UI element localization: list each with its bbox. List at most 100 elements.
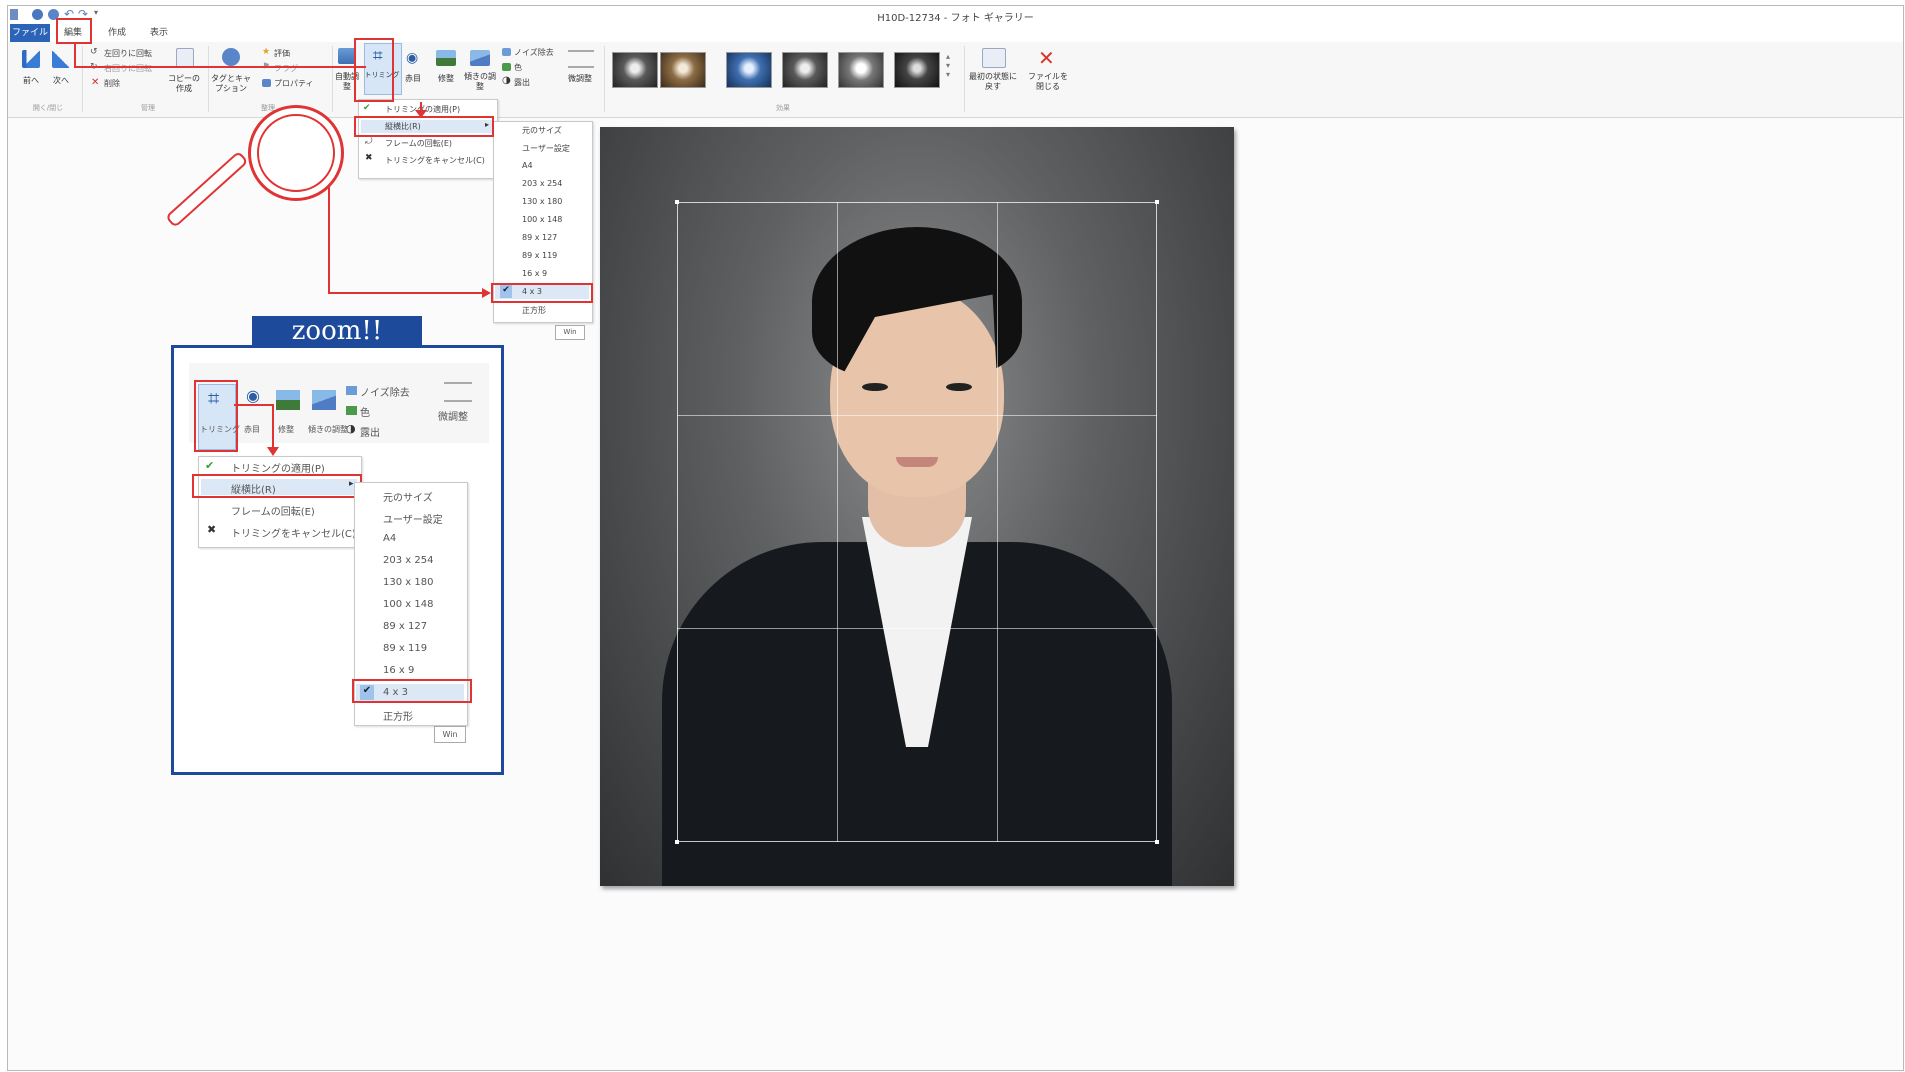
retouch-button[interactable]: 修整 xyxy=(432,74,460,84)
revert-button[interactable]: 最初の状態に戻す xyxy=(968,72,1018,92)
zoom-panel: ⌗ トリミング ◉ 赤目 修整 傾きの調整 ノイズ除去 色 ◑ 露出 微調整 ✔… xyxy=(171,345,504,775)
zoom-aspect-item: 130 x 180 xyxy=(383,577,434,588)
menu-item-rotate-frame[interactable]: フレームの回転(E) xyxy=(385,138,452,149)
ribbon-separator xyxy=(82,46,83,112)
rating-star-icon[interactable]: ★ xyxy=(262,47,270,57)
aspect-item[interactable]: 16 x 9 xyxy=(522,269,547,278)
crop-handle[interactable] xyxy=(1155,200,1159,204)
effect-thumbnail[interactable] xyxy=(838,52,884,88)
rotate-left-icon[interactable]: ↺ xyxy=(90,47,98,57)
zoom-noise-icon xyxy=(346,386,357,395)
crop-frame[interactable] xyxy=(677,202,1157,842)
aspect-item[interactable]: 203 x 254 xyxy=(522,179,562,188)
next-button[interactable]: 次へ xyxy=(48,76,74,86)
zoom-menu-cancel: トリミングをキャンセル(C) xyxy=(231,529,356,540)
aspect-item[interactable]: 100 x 148 xyxy=(522,215,562,224)
callout-line xyxy=(74,66,366,68)
effect-thumbnail[interactable] xyxy=(782,52,828,88)
aspect-item[interactable]: ユーザー設定 xyxy=(522,143,570,154)
aspect-item[interactable]: A4 xyxy=(522,161,533,170)
aspect-item[interactable]: 元のサイズ xyxy=(522,125,562,136)
close-file-icon[interactable]: ✕ xyxy=(1038,46,1055,70)
zoom-retouch-label: 修整 xyxy=(278,425,294,434)
tab-create[interactable]: 作成 xyxy=(100,24,134,42)
properties-button[interactable]: プロパティ xyxy=(274,78,314,89)
zoom-aspect-item: A4 xyxy=(383,533,397,544)
crop-handle[interactable] xyxy=(675,840,679,844)
color-button[interactable]: 色 xyxy=(514,62,522,73)
aspect-item[interactable]: 130 x 180 xyxy=(522,197,562,206)
crop-handle[interactable] xyxy=(675,200,679,204)
zoom-callout-line xyxy=(272,404,274,450)
zoom-win-tag: Win xyxy=(434,726,466,743)
effect-thumbnail[interactable] xyxy=(726,52,772,88)
noise-icon[interactable] xyxy=(502,48,511,56)
close-file-button[interactable]: ファイルを閉じる xyxy=(1028,72,1068,92)
highlight-box-trim-button xyxy=(354,38,394,102)
noise-button[interactable]: ノイズ除去 xyxy=(514,47,554,58)
cancel-trim-icon: ✖ xyxy=(365,153,373,163)
callout-line xyxy=(74,44,76,68)
exposure-button[interactable]: 露出 xyxy=(514,77,530,88)
effect-thumbnail[interactable] xyxy=(612,52,658,88)
callout-line xyxy=(328,170,330,294)
next-icon[interactable] xyxy=(52,50,70,68)
zoom-redeye-icon: ◉ xyxy=(246,386,260,405)
rotate-left-button[interactable]: 左回りに回転 xyxy=(104,48,152,59)
fine-tune-icon[interactable] xyxy=(568,50,594,68)
callout-line xyxy=(328,292,488,294)
photo-canvas[interactable] xyxy=(600,127,1234,886)
zoom-color-label: 色 xyxy=(360,408,370,419)
zoom-check-icon: ✔ xyxy=(205,459,215,472)
fine-tune-button[interactable]: 微調整 xyxy=(560,74,600,84)
crop-grid-line xyxy=(997,202,998,842)
tab-file[interactable]: ファイル xyxy=(10,24,50,42)
zoom-aspect-item: 89 x 127 xyxy=(383,621,428,632)
revert-icon[interactable] xyxy=(982,48,1006,68)
delete-button[interactable]: 削除 xyxy=(104,78,120,89)
rating-button[interactable]: 評価 xyxy=(274,48,290,59)
zoom-fine-tune-icon xyxy=(444,382,472,402)
aspect-item[interactable]: 89 x 119 xyxy=(522,251,557,260)
zoom-noise-label: ノイズ除去 xyxy=(360,388,410,399)
color-icon[interactable] xyxy=(502,63,511,71)
zoom-fine-tune-label: 微調整 xyxy=(438,412,468,423)
aspect-item[interactable]: 正方形 xyxy=(522,305,546,316)
zoom-exposure-icon: ◑ xyxy=(346,422,356,435)
delete-icon[interactable]: ✕ xyxy=(91,77,99,88)
group-label-open-close: 開く/閉じ xyxy=(32,104,64,112)
retouch-icon[interactable] xyxy=(436,50,456,66)
zoom-aspect-item: 16 x 9 xyxy=(383,665,415,676)
crop-grid-line xyxy=(837,202,838,842)
copy-button[interactable]: コピーの作成 xyxy=(166,74,202,94)
effects-scroll-icon[interactable]: ▴ ▾ ▾ xyxy=(946,52,950,79)
crop-handle[interactable] xyxy=(1155,840,1159,844)
zoom-aspect-item: 元のサイズ xyxy=(383,493,433,504)
zoom-aspect-item: 正方形 xyxy=(383,712,413,723)
redeye-button[interactable]: 赤目 xyxy=(402,74,424,84)
tags-icon[interactable] xyxy=(222,48,240,66)
ribbon-separator xyxy=(332,46,333,112)
previous-button[interactable]: 前へ xyxy=(18,76,44,86)
tilt-icon[interactable] xyxy=(470,50,490,66)
flag-button[interactable]: フラグ xyxy=(274,63,298,74)
crop-grid-line xyxy=(677,628,1157,629)
zoom-trim-menu: ✔ トリミングの適用(P) 縦横比(R) ▸ フレームの回転(E) ✖ トリミン… xyxy=(198,456,362,548)
menu-item-cancel-trim[interactable]: トリミングをキャンセル(C) xyxy=(385,155,485,166)
redeye-icon[interactable]: ◉ xyxy=(406,50,418,66)
zoom-menu-rotate-frame: フレームの回転(E) xyxy=(231,507,315,518)
zoom-callout-arrow-icon xyxy=(267,447,279,456)
tags-captions-button[interactable]: タグとキャプション xyxy=(208,74,254,94)
copy-icon[interactable] xyxy=(176,48,194,68)
tab-view[interactable]: 表示 xyxy=(142,24,176,42)
aspect-item[interactable]: 89 x 127 xyxy=(522,233,557,242)
exposure-icon[interactable]: ◑ xyxy=(502,75,511,86)
properties-icon[interactable] xyxy=(262,79,271,87)
tilt-button[interactable]: 傾きの調整 xyxy=(464,72,496,92)
group-label-manage: 管理 xyxy=(141,104,155,112)
effect-thumbnail[interactable] xyxy=(894,52,940,88)
rotate-right-button[interactable]: 右回りに回転 xyxy=(104,63,152,74)
trim-dropdown-menu: ✔ トリミングの適用(P) 縦横比(R) ▸ ⤾ フレームの回転(E) ✖ トリ… xyxy=(358,99,498,179)
effect-thumbnail[interactable] xyxy=(660,52,706,88)
previous-icon[interactable] xyxy=(22,50,40,68)
